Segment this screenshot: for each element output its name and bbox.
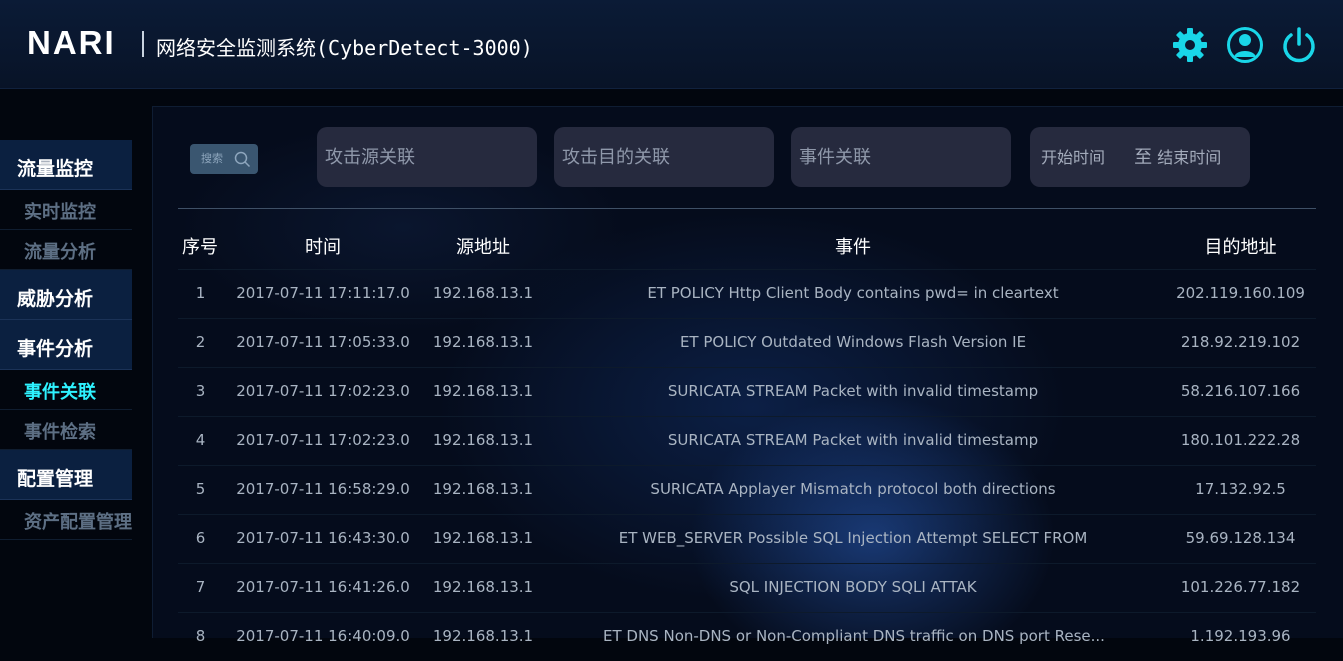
time-range-field[interactable]: 开始时间 至 结束时间: [1030, 127, 1250, 187]
cell-index: 3: [195, 382, 206, 400]
cell-source-address: 192.168.13.1: [432, 431, 534, 449]
cell-event: SURICATA STREAM Packet with invalid time…: [667, 382, 1039, 400]
event-table: 序号 时间 源地址 事件 目的地址 1 2017-07-11 17:11:17.…: [178, 227, 1316, 661]
cell-time: 2017-07-11 17:02:23.0: [236, 431, 410, 449]
event-correlation-input[interactable]: [799, 128, 1011, 188]
header-event: 事件: [835, 237, 871, 258]
cell-time: 2017-07-11 16:40:09.0: [236, 627, 410, 645]
cell-destination-address: 202.119.160.109: [1176, 284, 1305, 302]
table-row[interactable]: 5 2017-07-11 16:58:29.0 192.168.13.1 SUR…: [178, 465, 1316, 514]
title-separator: [142, 31, 144, 57]
event-correlation-field[interactable]: [791, 127, 1011, 188]
nav-group-threat-analysis[interactable]: 威胁分析: [0, 270, 132, 320]
main-panel: 搜索 开始时间 至 结束时间 序号 时间 源地址 事件 目的地址 1 2017-…: [152, 106, 1343, 645]
cell-event: ET POLICY Http Client Body contains pwd=…: [647, 284, 1059, 302]
search-button[interactable]: 搜索: [190, 144, 258, 174]
cell-destination-address: 180.101.222.28: [1180, 431, 1301, 449]
cell-index: 2: [195, 333, 206, 351]
cell-source-address: 192.168.13.1: [432, 578, 534, 596]
table-row[interactable]: 4 2017-07-11 17:02:23.0 192.168.13.1 SUR…: [178, 416, 1316, 465]
attack-target-input[interactable]: [562, 128, 774, 188]
table-row[interactable]: 7 2017-07-11 16:41:26.0 192.168.13.1 SQL…: [178, 563, 1316, 612]
attack-target-field[interactable]: [554, 127, 774, 188]
header-index: 序号: [182, 237, 218, 258]
table-row[interactable]: 6 2017-07-11 16:43:30.0 192.168.13.1 ET …: [178, 514, 1316, 563]
cell-index: 5: [195, 480, 206, 498]
search-icon: [234, 151, 251, 168]
cell-source-address: 192.168.13.1: [432, 382, 534, 400]
cell-index: 8: [195, 627, 206, 645]
nav-group-event-analysis[interactable]: 事件分析: [0, 320, 132, 370]
table-row[interactable]: 3 2017-07-11 17:02:23.0 192.168.13.1 SUR…: [178, 367, 1316, 416]
cell-destination-address: 17.132.92.5: [1195, 480, 1286, 498]
end-time-input[interactable]: 结束时间: [1157, 148, 1221, 167]
cell-event: ET DNS Non-DNS or Non-Compliant DNS traf…: [603, 627, 1105, 645]
cell-time: 2017-07-11 17:05:33.0: [236, 333, 410, 351]
app-title: 网络安全监测系统(CyberDetect-3000): [156, 36, 533, 60]
cell-destination-address: 58.216.107.166: [1180, 382, 1301, 400]
user-icon[interactable]: [1226, 26, 1264, 64]
cell-time: 2017-07-11 16:41:26.0: [236, 578, 410, 596]
cell-source-address: 192.168.13.1: [432, 627, 534, 645]
nav-item-event-correlation[interactable]: 事件关联: [0, 370, 132, 410]
nav-item-realtime-monitor[interactable]: 实时监控: [0, 190, 132, 230]
cell-event: SQL INJECTION BODY SQLI ATTAK: [729, 578, 977, 596]
attack-source-field[interactable]: [317, 127, 537, 188]
brand-logo: NARI: [27, 24, 116, 61]
cell-source-address: 192.168.13.1: [432, 480, 534, 498]
cell-destination-address: 59.69.128.134: [1185, 529, 1296, 547]
nav-item-event-search[interactable]: 事件检索: [0, 410, 132, 450]
gear-icon[interactable]: [1171, 26, 1209, 64]
cell-event: ET POLICY Outdated Windows Flash Version…: [679, 333, 1027, 351]
power-icon[interactable]: [1280, 26, 1318, 64]
header-source-address: 源地址: [456, 237, 510, 258]
cell-source-address: 192.168.13.1: [432, 284, 534, 302]
attack-source-input[interactable]: [325, 128, 537, 188]
cell-event: SURICATA Applayer Mismatch protocol both…: [650, 480, 1056, 498]
nav-group-traffic-monitor[interactable]: 流量监控: [0, 140, 132, 190]
header-destination-address: 目的地址: [1204, 237, 1277, 258]
cell-destination-address: 218.92.219.102: [1180, 333, 1301, 351]
header-bar: NARI 网络安全监测系统(CyberDetect-3000): [0, 0, 1343, 89]
nav-item-traffic-analysis[interactable]: 流量分析: [0, 230, 132, 270]
cell-event: ET WEB_SERVER Possible SQL Injection Att…: [618, 529, 1088, 547]
start-time-input[interactable]: 开始时间: [1041, 148, 1105, 167]
cell-time: 2017-07-11 17:02:23.0: [236, 382, 410, 400]
header-time: 时间: [305, 237, 341, 258]
cell-time: 2017-07-11 17:11:17.0: [236, 284, 410, 302]
filter-divider: [178, 208, 1316, 209]
cell-event: SURICATA STREAM Packet with invalid time…: [667, 431, 1039, 449]
cell-source-address: 192.168.13.1: [432, 333, 534, 351]
cell-time: 2017-07-11 16:58:29.0: [236, 480, 410, 498]
cell-destination-address: 101.226.77.182: [1180, 578, 1301, 596]
table-row[interactable]: 1 2017-07-11 17:11:17.0 192.168.13.1 ET …: [178, 269, 1316, 318]
sidebar-nav: 流量监控 实时监控 流量分析 威胁分析 事件分析 事件关联 事件检索 配置管理 …: [0, 140, 132, 540]
cell-index: 4: [195, 431, 206, 449]
cell-index: 1: [195, 284, 206, 302]
table-header-row: 序号 时间 源地址 事件 目的地址: [178, 227, 1316, 269]
search-button-label: 搜索: [201, 152, 223, 165]
cell-index: 7: [195, 578, 206, 596]
cell-time: 2017-07-11 16:43:30.0: [236, 529, 410, 547]
nav-item-asset-config[interactable]: 资产配置管理: [0, 500, 132, 540]
time-range-separator: 至: [1134, 147, 1153, 168]
cell-destination-address: 1.192.193.96: [1190, 627, 1291, 645]
table-row[interactable]: 2 2017-07-11 17:05:33.0 192.168.13.1 ET …: [178, 318, 1316, 367]
cell-source-address: 192.168.13.1: [432, 529, 534, 547]
cell-index: 6: [195, 529, 206, 547]
nav-group-config-management[interactable]: 配置管理: [0, 450, 132, 500]
